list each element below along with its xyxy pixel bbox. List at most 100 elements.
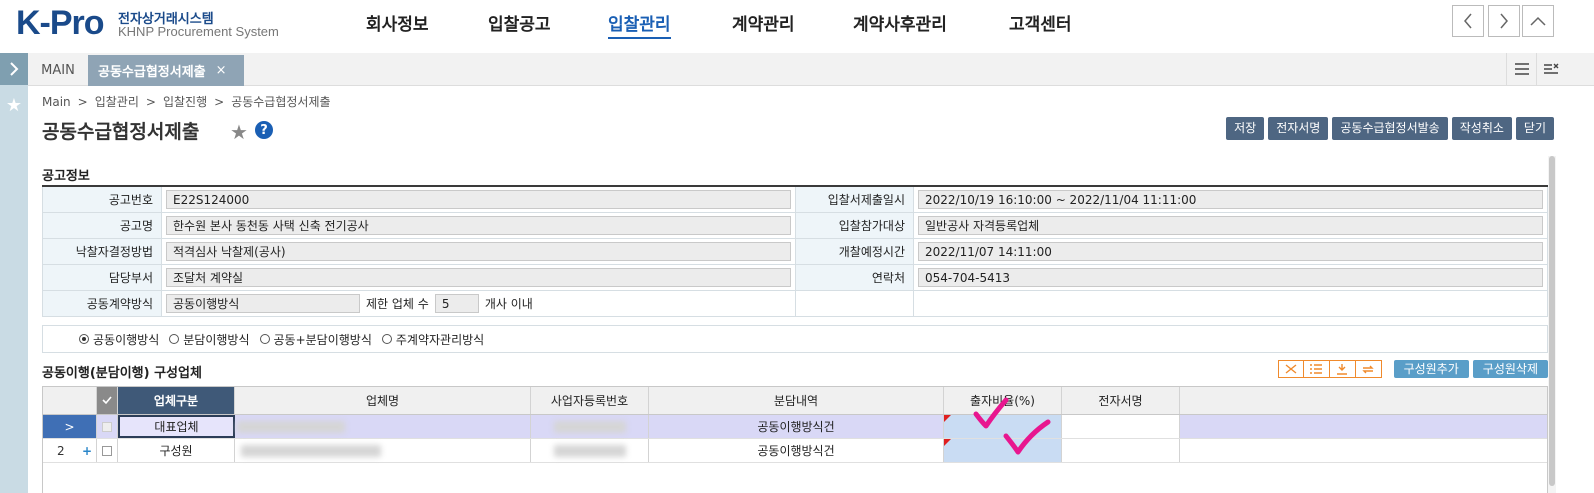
row-checkbox[interactable]: [97, 439, 118, 462]
app-header: K-Pro 전자상거래시스템 KHNP Procurement System 회…: [0, 0, 1594, 50]
radio-joint-execution[interactable]: 공동이행방식: [79, 331, 159, 348]
tab-main[interactable]: MAIN: [30, 55, 86, 85]
left-quickbar: ★: [0, 53, 28, 493]
cell-company-type[interactable]: 구성원: [118, 439, 235, 462]
add-member-button[interactable]: 구성원추가: [1393, 360, 1469, 378]
method-radio-group: 공동이행방식 분담이행방식 공동+분담이행방식 주계약자관리방식: [42, 325, 1548, 353]
annotation-checkmarks: [973, 397, 1051, 455]
save-button[interactable]: 저장: [1226, 117, 1265, 140]
tab-joint-agreement[interactable]: 공동수급협정서제출 ×: [88, 55, 244, 86]
label-opening-time: 개찰예정시간: [795, 238, 914, 265]
cell-filler: [1180, 439, 1547, 462]
download-icon[interactable]: [1329, 360, 1356, 378]
refresh-icon[interactable]: [1355, 360, 1382, 378]
field-limit-count: 5: [434, 294, 479, 313]
radio-label: 공동+분담이행방식: [273, 332, 372, 347]
menu-bid-notice[interactable]: 입찰공고: [488, 10, 551, 35]
cell-business-no-redacted: [531, 415, 649, 438]
list-icon[interactable]: [1303, 360, 1330, 378]
cell-company-name-redacted: [235, 415, 531, 438]
cell-company-name-redacted: [235, 439, 531, 462]
label-notice-no: 공고번호: [42, 185, 162, 213]
header-checkbox[interactable]: [97, 387, 118, 414]
cell-business-no-redacted: [531, 439, 649, 462]
radio-joint-split-execution[interactable]: 공동+분담이행방식: [259, 331, 372, 348]
page-scrollbar[interactable]: [1548, 156, 1556, 493]
delete-member-button[interactable]: 구성원삭제: [1472, 360, 1548, 378]
row-indicator[interactable]: >: [43, 415, 97, 438]
member-section-title: 공동이행(분담이행) 구성업체: [42, 366, 202, 381]
col-share-detail[interactable]: 분담내역: [649, 387, 944, 414]
breadcrumb-bid-progress[interactable]: 입찰진행: [163, 95, 207, 109]
breadcrumb-main[interactable]: Main: [42, 95, 71, 109]
close-tab-icon[interactable]: ×: [216, 63, 227, 78]
close-button[interactable]: 닫기: [1515, 117, 1554, 140]
menu-customer-center[interactable]: 고객센터: [1009, 10, 1072, 35]
help-icon[interactable]: ?: [255, 121, 273, 139]
grid-toolbar: 구성원추가 구성원삭제: [1277, 360, 1548, 378]
logo[interactable]: K-Pro: [16, 4, 105, 43]
label-notice-name: 공고명: [42, 212, 162, 239]
breadcrumb-bid-management[interactable]: 입찰관리: [95, 95, 139, 109]
expand-plus-icon[interactable]: +: [82, 444, 92, 458]
row-number: 2: [57, 443, 65, 458]
col-business-no[interactable]: 사업자등록번호: [531, 387, 649, 414]
radio-split-execution[interactable]: 분담이행방식: [169, 331, 250, 348]
table-row[interactable]: > 대표업체 공동이행방식건: [43, 415, 1547, 439]
logo-subtitle-en: KHNP Procurement System: [118, 24, 279, 39]
col-company-type[interactable]: 업체구분: [118, 387, 235, 414]
cancel-writing-button[interactable]: 작성취소: [1451, 117, 1512, 140]
radio-main-contractor[interactable]: 주계약자관리방식: [381, 331, 485, 348]
excel-icon[interactable]: [1277, 360, 1304, 378]
limit-suffix: 개사 이내: [484, 297, 533, 311]
label-contact: 연락처: [795, 264, 914, 291]
menu-company-info[interactable]: 회사정보: [366, 10, 429, 35]
radio-label: 주계약자관리방식: [395, 332, 485, 347]
label-eligibility: 입찰참가대상: [795, 212, 914, 239]
radio-button[interactable]: [169, 334, 180, 344]
send-agreement-button[interactable]: 공동수급협정서발송: [1332, 117, 1448, 140]
chevron-up-icon[interactable]: [1522, 5, 1554, 37]
breadcrumb-current: 공동수급협정서제출: [231, 95, 331, 109]
row-checkbox[interactable]: [97, 415, 118, 438]
tab-label: 공동수급협정서제출: [98, 65, 206, 80]
scrollbar-thumb[interactable]: [1549, 156, 1555, 486]
chevron-right-icon[interactable]: [1488, 5, 1520, 37]
grid-header: 업체구분 업체명 사업자등록번호 분담내역 출자비율(%) 전자서명: [43, 387, 1547, 415]
favorites-star-icon[interactable]: ★: [0, 89, 28, 121]
menu-contract-management[interactable]: 계약관리: [732, 10, 795, 35]
favorite-star-icon[interactable]: ★: [230, 120, 248, 144]
cell-filler: [1180, 415, 1547, 438]
breadcrumb-separator: >: [145, 95, 156, 109]
cell-share-detail: 공동이행방식건: [649, 439, 944, 462]
radio-label: 공동이행방식: [93, 332, 160, 347]
menu-bid-management[interactable]: 입찰관리: [608, 10, 671, 39]
limit-label: 제한 업체 수: [366, 297, 429, 311]
col-company-name[interactable]: 업체명: [235, 387, 531, 414]
close-all-tabs-icon[interactable]: [1536, 53, 1567, 85]
label-department: 담당부서: [42, 264, 162, 291]
e-sign-button[interactable]: 전자서명: [1268, 117, 1329, 140]
col-e-signature[interactable]: 전자서명: [1062, 387, 1180, 414]
cell-e-signature[interactable]: [1062, 439, 1180, 462]
chevron-left-icon[interactable]: [1452, 5, 1484, 37]
table-row[interactable]: 2 + 구성원 공동이행방식건: [43, 439, 1547, 463]
cell-company-type[interactable]: 대표업체: [118, 415, 235, 438]
check-mark-1: [973, 397, 1009, 429]
menu-list-icon[interactable]: [1506, 53, 1537, 85]
field-submit-period: 2022/10/19 16:10:00 ~ 2022/11/04 11:11:0…: [918, 190, 1543, 209]
row-indicator[interactable]: 2 +: [43, 439, 97, 462]
field-eligibility: 일반공사 자격등록업체: [918, 216, 1543, 235]
menu-post-contract[interactable]: 계약사후관리: [853, 10, 947, 35]
radio-button[interactable]: [79, 334, 89, 344]
field-joint-method: 공동이행방식: [166, 294, 360, 313]
field-contact: 054-704-5413: [918, 268, 1543, 287]
field-opening-time: 2022/11/07 14:11:00: [918, 242, 1543, 261]
row-header-corner: [43, 387, 97, 414]
radio-button[interactable]: [381, 334, 392, 344]
cell-e-signature[interactable]: [1062, 415, 1180, 438]
action-buttons: 저장 전자서명 공동수급협정서발송 작성취소 닫기: [1226, 117, 1554, 140]
radio-button[interactable]: [259, 334, 270, 344]
tab-bar: MAIN 공동수급협정서제출 ×: [28, 53, 1594, 86]
expand-sidebar-icon[interactable]: [0, 53, 28, 85]
